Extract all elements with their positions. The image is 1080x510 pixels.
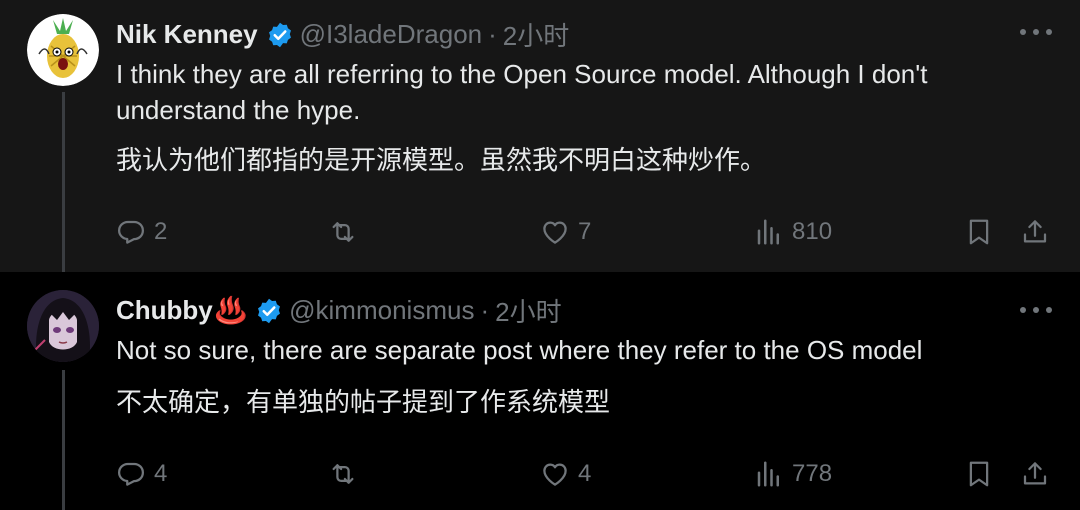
separator: ·	[488, 19, 497, 49]
bookmark-icon	[969, 219, 989, 245]
separator: ·	[480, 295, 490, 325]
tweet-header: Chubby ♨️ @kimmonismus · 2小时	[116, 292, 562, 329]
pineapple-avatar-icon	[27, 14, 99, 86]
tweet[interactable]: Nik Kenney @I3ladeDragon · 2小时 I think t…	[0, 0, 1080, 276]
share-icon	[1023, 220, 1047, 243]
anime-girl-avatar-icon	[27, 290, 99, 362]
action-bar: 2 7 810	[0, 212, 1080, 252]
retweet-button[interactable]	[328, 454, 366, 494]
like-count: 7	[578, 218, 592, 245]
timestamp[interactable]: 2小时	[503, 16, 569, 53]
more-icon[interactable]	[1020, 300, 1052, 320]
tweet-translation: 不太确定，有单独的帖子提到了作系统模型	[116, 387, 611, 417]
author-name[interactable]: Chubby	[116, 295, 213, 326]
like-icon	[543, 463, 567, 486]
share-icon	[1023, 462, 1047, 485]
tweet[interactable]: Chubby ♨️ @kimmonismus · 2小时 Not so sure…	[0, 272, 1080, 510]
tweet-header: Nik Kenney @I3ladeDragon · 2小时	[116, 16, 569, 53]
author-handle[interactable]: @kimmonismus	[289, 295, 474, 326]
reply-icon	[118, 220, 144, 244]
verified-badge-icon	[268, 22, 291, 47]
views-icon	[757, 461, 779, 487]
tweet-text: Not so sure, there are separate post whe…	[116, 335, 923, 365]
share-button[interactable]	[1020, 212, 1050, 252]
views-button[interactable]: 810	[754, 212, 832, 252]
views-button[interactable]: 778	[754, 454, 832, 494]
retweet-icon	[332, 222, 354, 242]
tweet-translation: 我认为他们都指的是开源模型。虽然我不明白这种炒作。	[116, 145, 767, 175]
action-bar: 4 4 778	[0, 454, 1080, 494]
author-name[interactable]: Nik Kenney	[116, 19, 258, 50]
reply-count: 4	[154, 460, 168, 487]
bookmark-button[interactable]	[964, 212, 994, 252]
view-count: 810	[792, 218, 833, 245]
retweet-icon	[332, 464, 354, 484]
like-icon	[543, 221, 567, 244]
like-count: 4	[578, 460, 592, 487]
tweet-text: I think they are all referring to the Op…	[116, 59, 928, 125]
avatar[interactable]	[27, 14, 99, 86]
verified-badge-icon	[258, 298, 281, 323]
reply-button[interactable]: 4	[116, 454, 167, 494]
timestamp[interactable]: 2小时	[495, 292, 561, 329]
reply-count: 2	[154, 218, 168, 245]
share-button[interactable]	[1020, 454, 1050, 494]
bookmark-button[interactable]	[964, 454, 994, 494]
hot-springs-emoji: ♨️	[214, 295, 248, 325]
author-handle[interactable]: @I3ladeDragon	[300, 19, 483, 50]
more-icon[interactable]	[1020, 22, 1052, 42]
like-button[interactable]: 7	[540, 212, 591, 252]
avatar[interactable]	[27, 290, 99, 362]
view-count: 778	[792, 460, 833, 487]
like-button[interactable]: 4	[540, 454, 591, 494]
retweet-button[interactable]	[328, 212, 366, 252]
reply-icon	[118, 462, 144, 486]
bookmark-icon	[969, 461, 989, 487]
views-icon	[757, 219, 779, 245]
reply-button[interactable]: 2	[116, 212, 167, 252]
